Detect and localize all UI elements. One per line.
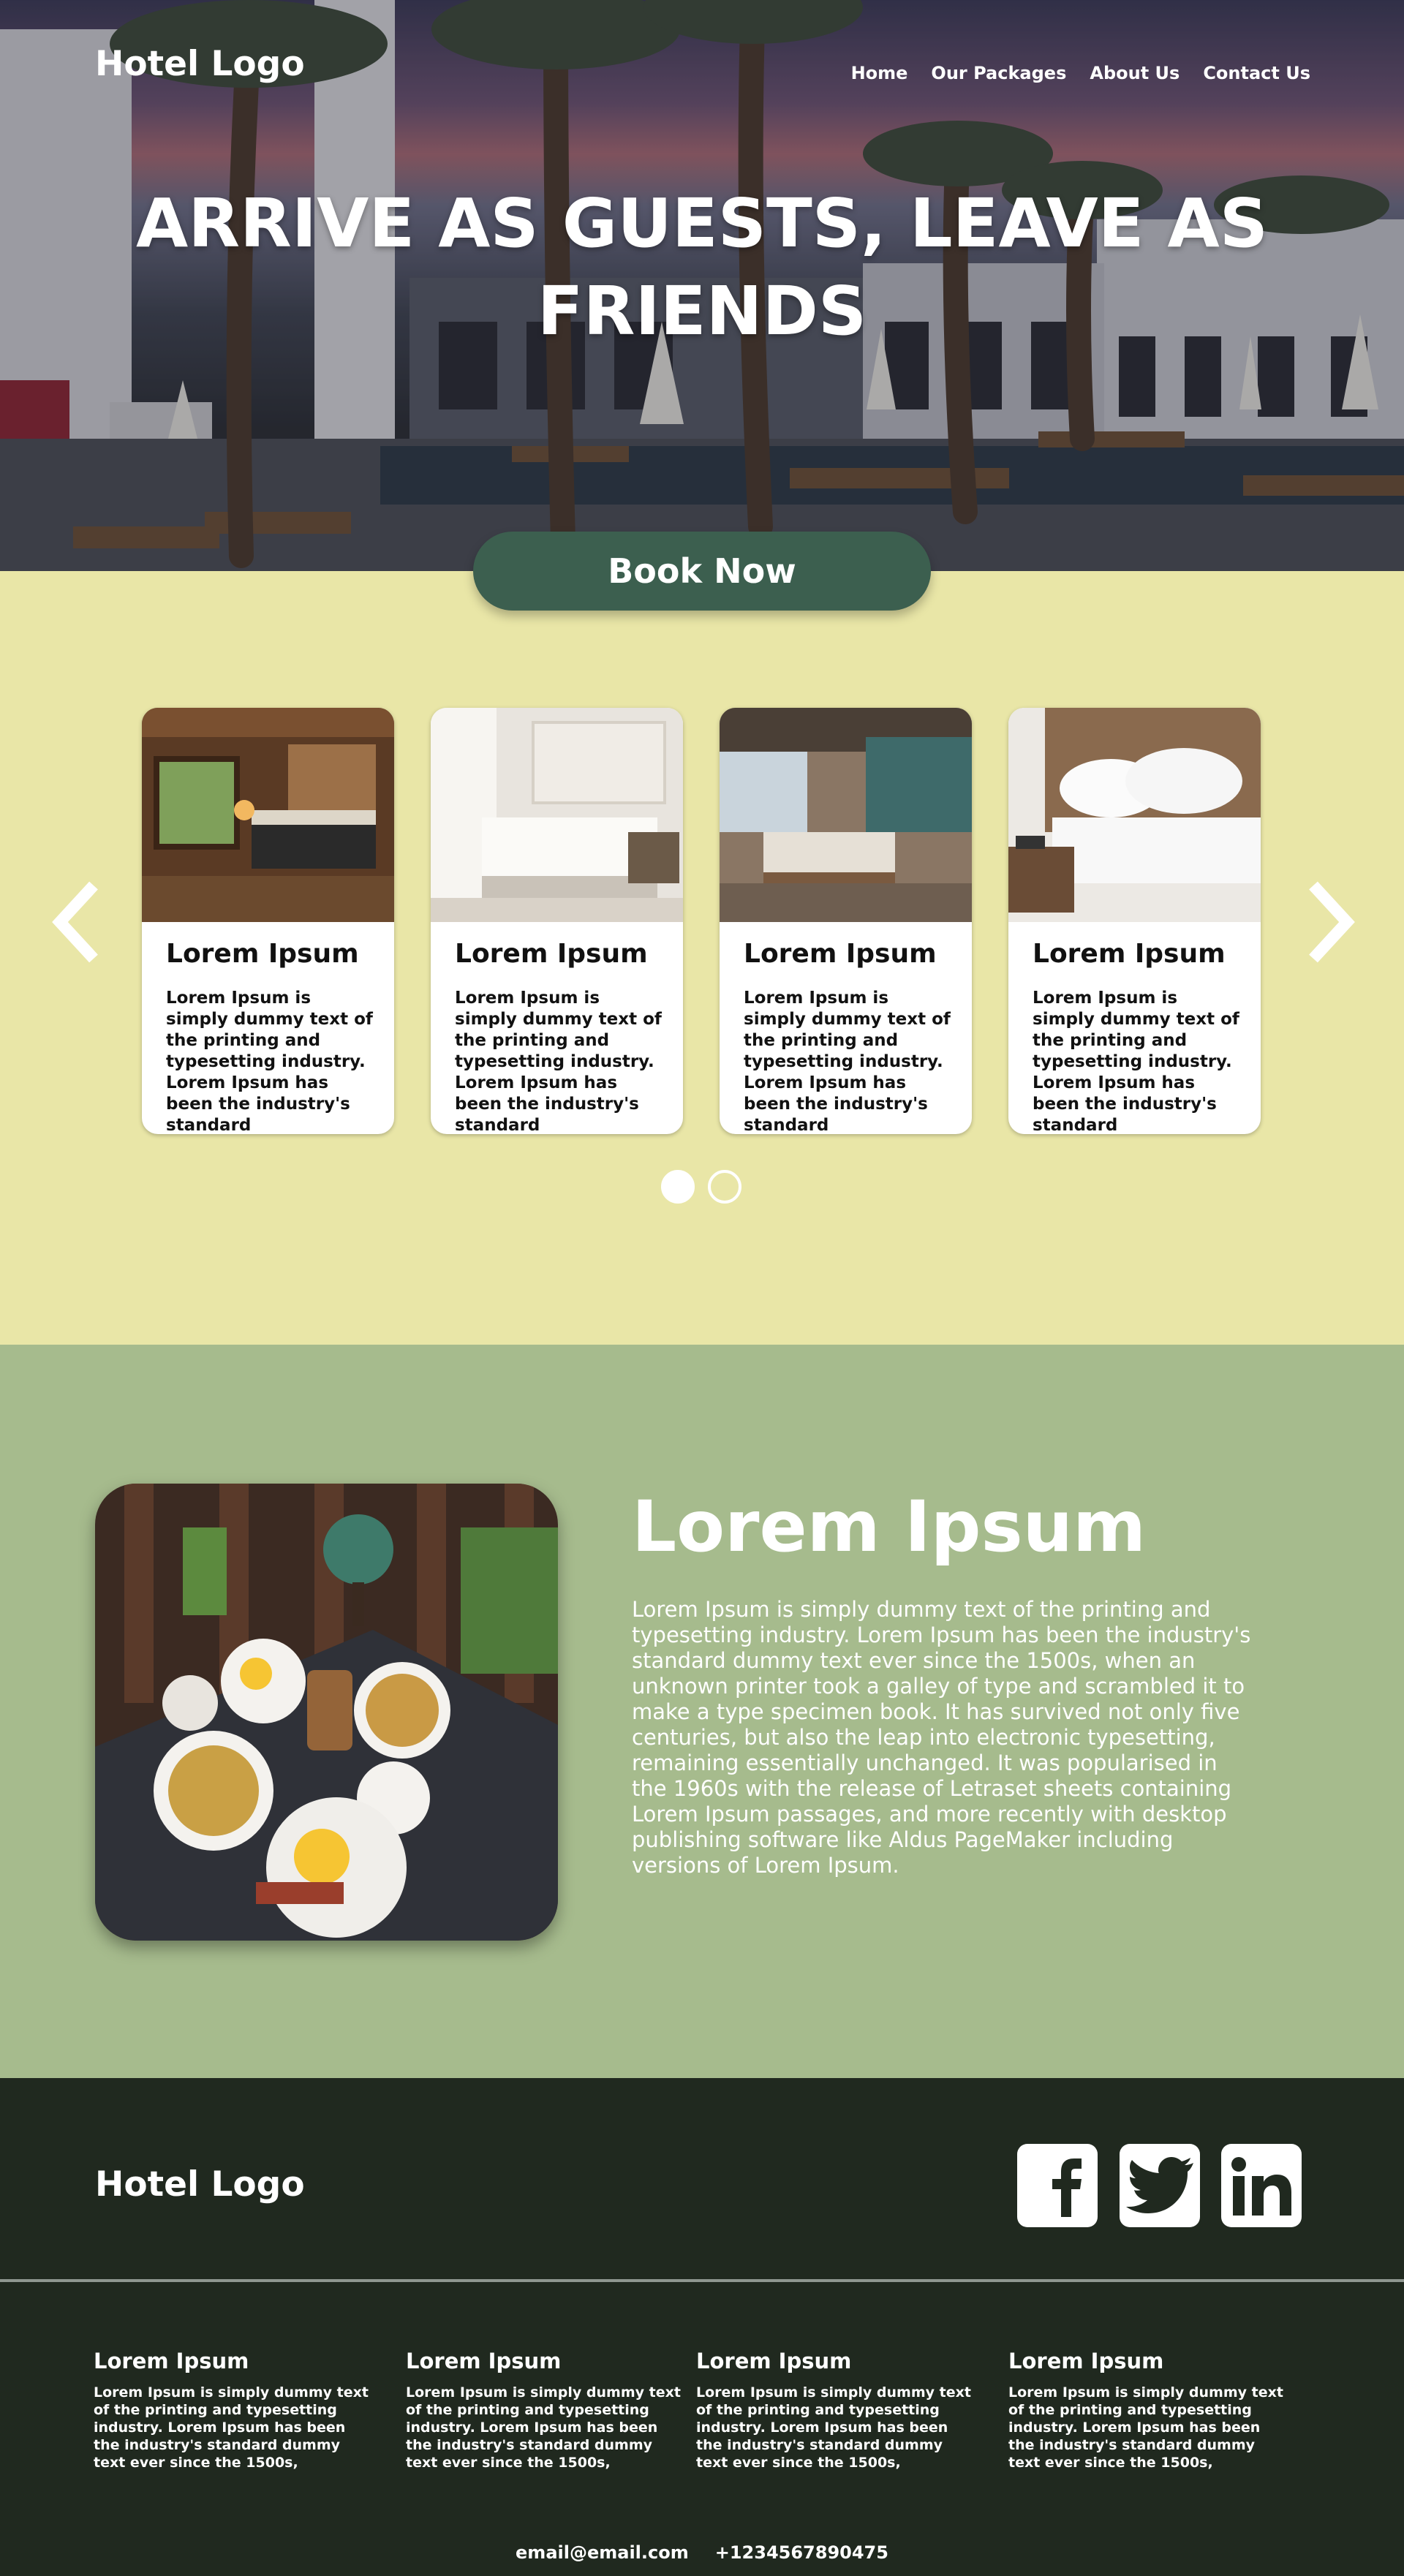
carousel-dot-2[interactable]	[708, 1170, 741, 1204]
nav-contact-us[interactable]: Contact Us	[1203, 63, 1310, 83]
footer-column: Lorem Ipsum Lorem Ipsum is simply dummy …	[94, 2349, 371, 2471]
room-card[interactable]: Lorem Ipsum Lorem Ipsum is simply dummy …	[142, 708, 394, 1134]
footer-column-title: Lorem Ipsum	[406, 2349, 562, 2373]
room-card[interactable]: Lorem Ipsum Lorem Ipsum is simply dummy …	[431, 708, 683, 1134]
nav-our-packages[interactable]: Our Packages	[931, 63, 1066, 83]
carousel-dot-1[interactable]	[661, 1170, 695, 1204]
about-section: Lorem Ipsum Lorem Ipsum is simply dummy …	[0, 1345, 1404, 2078]
nav-about-us[interactable]: About Us	[1090, 63, 1180, 83]
chevron-right-icon[interactable]	[1300, 878, 1359, 966]
room-card-title: Lorem Ipsum	[1033, 939, 1226, 969]
rooms-carousel-section: Lorem Ipsum Lorem Ipsum is simply dummy …	[0, 571, 1404, 1345]
room-card-title: Lorem Ipsum	[744, 939, 937, 969]
room-card-title: Lorem Ipsum	[166, 939, 359, 969]
room-card-title: Lorem Ipsum	[455, 939, 648, 969]
main-nav: Home Our Packages About Us Contact Us	[851, 63, 1310, 83]
book-now-button[interactable]: Book Now	[473, 532, 931, 611]
room-photo	[142, 708, 394, 922]
hero-title: ARRIVE AS GUESTS, LEAVE AS FRIENDS	[136, 184, 1268, 350]
about-body: Lorem Ipsum is simply dummy text of the …	[632, 1597, 1251, 1878]
footer-column-text: Lorem Ipsum is simply dummy text of the …	[1008, 2384, 1283, 2471]
facebook-icon[interactable]	[1017, 2144, 1098, 2227]
footer-column-text: Lorem Ipsum is simply dummy text of the …	[94, 2384, 369, 2471]
chevron-left-icon[interactable]	[48, 878, 107, 966]
footer-column-title: Lorem Ipsum	[696, 2349, 852, 2373]
footer-column: Lorem Ipsum Lorem Ipsum is simply dummy …	[1008, 2349, 1286, 2471]
footer-phone-link[interactable]: +1234567890475	[715, 2542, 888, 2563]
footer-contact: email@email.com +1234567890475	[0, 2542, 1404, 2563]
footer-hotel-logo[interactable]: Hotel Logo	[95, 2164, 305, 2205]
footer-column-title: Lorem Ipsum	[1008, 2349, 1164, 2373]
footer-column-text: Lorem Ipsum is simply dummy text of the …	[406, 2384, 681, 2471]
carousel-pagination	[661, 1170, 741, 1204]
room-card[interactable]: Lorem Ipsum Lorem Ipsum is simply dummy …	[720, 708, 972, 1134]
hero-section: Hotel Logo Home Our Packages About Us Co…	[0, 0, 1404, 571]
room-photo	[1008, 708, 1261, 922]
food-photo	[95, 1484, 558, 1941]
footer-divider	[0, 2279, 1404, 2282]
room-card[interactable]: Lorem Ipsum Lorem Ipsum is simply dummy …	[1008, 708, 1261, 1134]
footer-column-text: Lorem Ipsum is simply dummy text of the …	[696, 2384, 971, 2471]
room-card-text: Lorem Ipsum is simply dummy text of the …	[166, 989, 373, 1134]
linkedin-icon[interactable]	[1221, 2144, 1302, 2227]
hotel-logo[interactable]: Hotel Logo	[95, 44, 305, 84]
room-card-text: Lorem Ipsum is simply dummy text of the …	[455, 989, 662, 1134]
footer-column: Lorem Ipsum Lorem Ipsum is simply dummy …	[696, 2349, 974, 2471]
about-heading: Lorem Ipsum	[632, 1486, 1146, 1568]
twitter-icon[interactable]	[1120, 2144, 1200, 2227]
room-photo	[431, 708, 683, 922]
room-photo	[720, 708, 972, 922]
footer-column: Lorem Ipsum Lorem Ipsum is simply dummy …	[406, 2349, 684, 2471]
footer-column-title: Lorem Ipsum	[94, 2349, 249, 2373]
room-card-text: Lorem Ipsum is simply dummy text of the …	[744, 989, 951, 1134]
footer-email-link[interactable]: email@email.com	[516, 2542, 689, 2563]
nav-home[interactable]: Home	[851, 63, 908, 83]
site-footer: Hotel Logo Lorem Ipsum Lorem Ipsum is si…	[0, 2078, 1404, 2576]
room-card-text: Lorem Ipsum is simply dummy text of the …	[1033, 989, 1239, 1134]
